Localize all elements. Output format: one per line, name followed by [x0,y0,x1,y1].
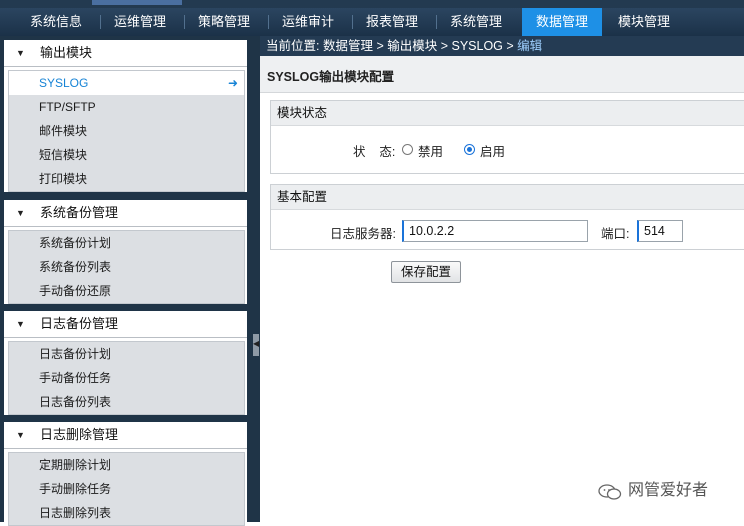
nav-item-report-management[interactable]: 报表管理 [356,8,428,36]
nav-item-ops-management[interactable]: 运维管理 [104,8,176,36]
sidebar-item-log-delete-list[interactable]: 日志删除列表 [9,501,244,525]
sidebar-item-print-module[interactable]: 打印模块 [9,167,244,191]
arrow-right-icon: ➜ [227,76,238,90]
radio-enable[interactable] [464,144,475,155]
sidebar-section-title: 输出模块 [40,45,93,60]
panel-heading: 基本配置 [271,185,744,210]
sidebar-section-title: 系统备份管理 [40,205,119,220]
sidebar-item-manual-delete-task[interactable]: 手动删除任务 [9,477,244,501]
panel-heading: 模块状态 [271,101,744,126]
logo-fragment [92,0,182,5]
sidebar-section-log-deletion: ▼ 日志删除管理 定期删除计划 手动删除任务 日志删除列表 [4,422,247,526]
panel-basic-config: 基本配置 日志服务器: 10.0.2.2 端口: 514 [270,184,744,250]
sidebar-section-title: 日志备份管理 [40,316,119,331]
page-title-bar: SYSLOG输出模块配置 [260,56,744,93]
main-content: 当前位置: 数据管理 > 输出模块 > SYSLOG > 编辑 SYSLOG输出… [260,36,744,522]
breadcrumb-item-syslog[interactable]: SYSLOG [451,39,502,53]
save-config-button[interactable]: 保存配置 [391,261,461,283]
sidebar-item-manual-backup-restore[interactable]: 手动备份还原 [9,279,244,303]
sidebar-section-system-backup: ▼ 系统备份管理 系统备份计划 系统备份列表 手动备份还原 [4,200,247,304]
top-strip [0,0,744,8]
nav-item-module-management[interactable]: 模块管理 [608,8,680,36]
sidebar-item-system-backup-plan[interactable]: 系统备份计划 [9,231,244,255]
sidebar-section-header[interactable]: ▼ 系统备份管理 [4,200,247,227]
sidebar-item-system-backup-list[interactable]: 系统备份列表 [9,255,244,279]
collapse-triangle-icon: ▼ [16,208,25,218]
breadcrumb-separator: > [372,39,388,53]
sidebar-section-output-modules: ▼ 输出模块 SYSLOG ➜ FTP/SFTP 邮件模块 短信模块 打印模块 [4,40,247,192]
sidebar-section-header[interactable]: ▼ 日志备份管理 [4,311,247,338]
log-server-input[interactable]: 10.0.2.2 [402,220,588,242]
radio-enable-label[interactable]: 启用 [480,141,505,160]
sidebar-item-scheduled-delete-plan[interactable]: 定期删除计划 [9,453,244,477]
sidebar-section-header[interactable]: ▼ 输出模块 [4,40,247,67]
nav-item-policy-management[interactable]: 策略管理 [188,8,260,36]
breadcrumb-item-output-modules[interactable]: 输出模块 [387,39,437,53]
collapse-handle[interactable]: ◀ [253,334,259,356]
sidebar-splitter[interactable]: ◀ [252,36,260,522]
main-nav: 系统信息 运维管理 策略管理 运维审计 报表管理 系统管理 数据管理 模块管理 [0,8,744,36]
nav-item-data-management[interactable]: 数据管理 [522,8,602,36]
port-label: 端口: [601,227,630,241]
watermark-text: 网管爱好者 [628,482,709,499]
radio-disable[interactable] [402,144,413,155]
sidebar-item-list: SYSLOG ➜ FTP/SFTP 邮件模块 短信模块 打印模块 [8,70,245,192]
page-title: SYSLOG输出模块配置 [267,70,395,84]
sidebar: ▼ 输出模块 SYSLOG ➜ FTP/SFTP 邮件模块 短信模块 打印模块 … [0,36,252,526]
nav-item-system-management[interactable]: 系统管理 [440,8,512,36]
sidebar-item-label: SYSLOG [39,76,89,90]
sidebar-item-mail-module[interactable]: 邮件模块 [9,119,244,143]
collapse-triangle-icon: ▼ [16,48,25,58]
sidebar-item-syslog[interactable]: SYSLOG ➜ [9,71,244,95]
sidebar-section-log-backup: ▼ 日志备份管理 日志备份计划 手动备份任务 日志备份列表 [4,311,247,415]
nav-item-system-info[interactable]: 系统信息 [20,8,92,36]
collapse-triangle-icon: ▼ [16,319,25,329]
breadcrumb-separator: > [502,39,518,53]
breadcrumb: 当前位置: 数据管理 > 输出模块 > SYSLOG > 编辑 [260,36,744,56]
chevron-left-icon: ◀ [253,339,260,348]
breadcrumb-current: 编辑 [517,39,543,53]
sidebar-section-title: 日志删除管理 [40,427,119,442]
breadcrumb-separator: > [437,39,452,53]
sidebar-item-ftp-sftp[interactable]: FTP/SFTP [9,95,244,119]
sidebar-item-list: 日志备份计划 手动备份任务 日志备份列表 [8,341,245,415]
status-label: 状 态: [353,145,396,159]
radio-disable-label[interactable]: 禁用 [418,141,443,160]
breadcrumb-item-data-management[interactable]: 数据管理 [323,39,373,53]
sidebar-item-sms-module[interactable]: 短信模块 [9,143,244,167]
sidebar-item-list: 系统备份计划 系统备份列表 手动备份还原 [8,230,245,304]
sidebar-section-header[interactable]: ▼ 日志删除管理 [4,422,247,449]
sidebar-item-manual-backup-task[interactable]: 手动备份任务 [9,366,244,390]
collapse-triangle-icon: ▼ [16,430,25,440]
sidebar-item-log-backup-list[interactable]: 日志备份列表 [9,390,244,414]
breadcrumb-prefix: 当前位置: [266,39,323,53]
panel-module-status: 模块状态 状 态: 禁用 启用 [270,100,744,174]
sidebar-item-list: 定期删除计划 手动删除任务 日志删除列表 [8,452,245,526]
sidebar-item-log-backup-plan[interactable]: 日志备份计划 [9,342,244,366]
port-input[interactable]: 514 [637,220,683,242]
wechat-icon [598,484,622,500]
nav-item-ops-audit[interactable]: 运维审计 [272,8,344,36]
log-server-label: 日志服务器: [330,227,396,241]
